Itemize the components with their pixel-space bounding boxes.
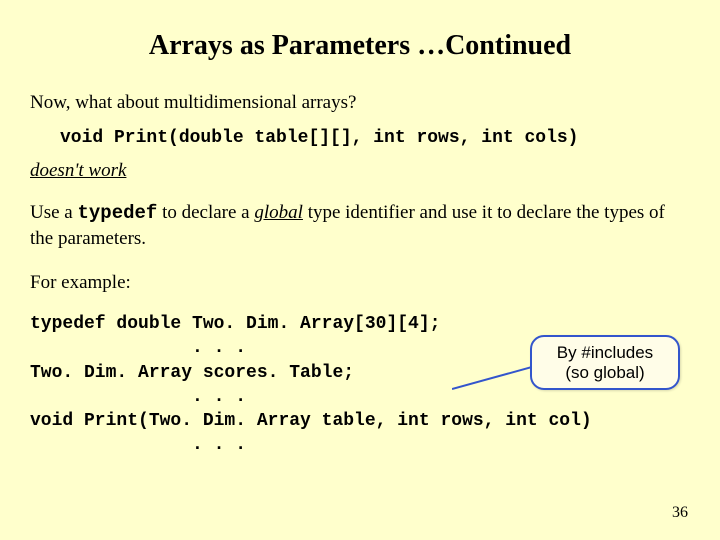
callout-connector-line bbox=[452, 365, 532, 395]
callout-box: By #includes (so global) bbox=[530, 335, 680, 390]
typedef-mid: to declare a bbox=[157, 202, 254, 223]
typedef-keyword: typedef bbox=[77, 202, 157, 224]
callout-line1: By #includes bbox=[542, 343, 668, 363]
callout-line2: (so global) bbox=[542, 363, 668, 383]
global-word: global bbox=[254, 202, 303, 223]
typedef-prefix: Use a bbox=[30, 202, 77, 223]
intro-text: Now, what about multidimensional arrays? bbox=[30, 90, 690, 116]
for-example-text: For example: bbox=[30, 272, 690, 294]
callout-bubble: By #includes (so global) bbox=[530, 335, 680, 390]
page-number: 36 bbox=[672, 504, 688, 522]
doesnt-work-text: doesn't work bbox=[30, 160, 690, 182]
slide-title: Arrays as Parameters …Continued bbox=[30, 30, 690, 62]
slide: Arrays as Parameters …Continued Now, wha… bbox=[0, 0, 720, 540]
code-bad-signature: void Print(double table[][], int rows, i… bbox=[60, 128, 690, 148]
typedef-instruction: Use a typedef to declare a global type i… bbox=[30, 200, 690, 252]
